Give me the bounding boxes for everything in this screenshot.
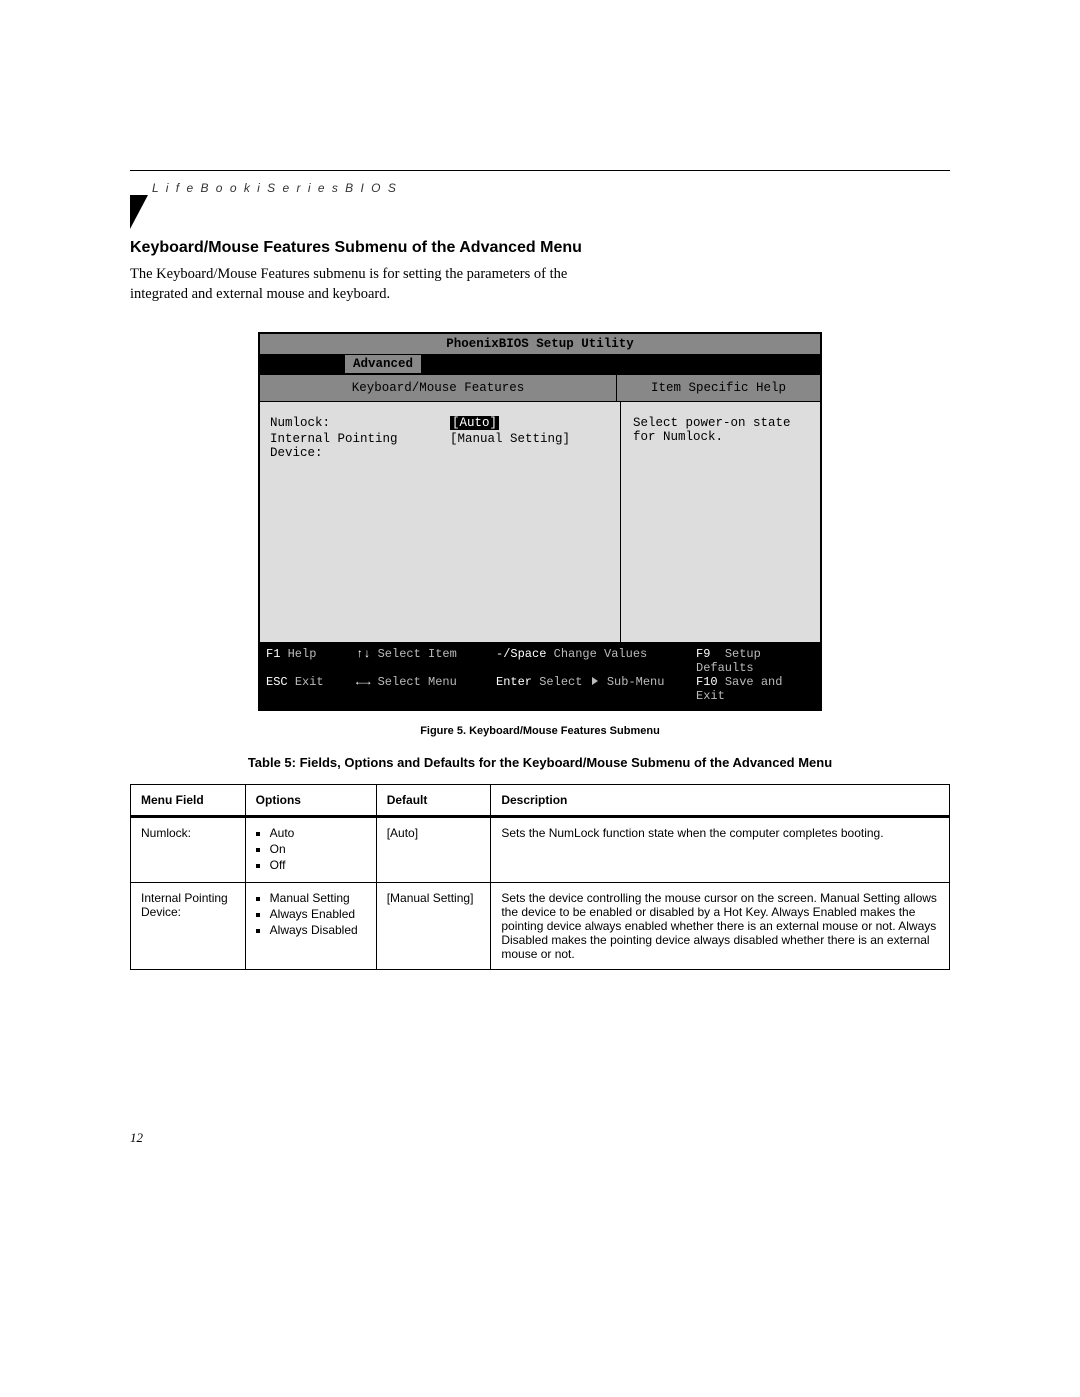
table-header-row: Menu Field Options Default Description [131, 785, 950, 817]
cell-default: [Manual Setting] [376, 883, 491, 970]
key-f10: F10 [696, 675, 718, 689]
bios-window: PhoenixBIOS Setup Utility Advanced Keybo… [258, 332, 822, 711]
action-select-item: Select Item [378, 647, 457, 661]
action-submenu: Sub-Menu [607, 675, 665, 689]
cell-description: Sets the device controlling the mouse cu… [491, 883, 950, 970]
key-esc: ESC [266, 675, 288, 689]
setting-value: [Manual Setting] [450, 432, 570, 460]
section-title: Keyboard/Mouse Features Submenu of the A… [130, 239, 950, 257]
action-help: Help [288, 647, 317, 661]
action-change-values: Change Values [554, 647, 648, 661]
corner-icon [130, 195, 148, 229]
table-row: Numlock: Auto On Off [Auto]Sets the NumLock … [131, 817, 950, 883]
th-default: Default [376, 785, 491, 817]
list-item: Off [270, 858, 366, 872]
settings-panel: Numlock: [Auto] Internal Pointing Device… [260, 402, 621, 642]
panel-header-right: Item Specific Help [617, 375, 820, 401]
triangle-right-icon [592, 677, 598, 685]
options-table: Menu Field Options Default Description N… [130, 784, 950, 970]
cell-description: Sets the NumLock function state when the… [491, 817, 950, 883]
list-item: Always Disabled [270, 923, 366, 937]
cell-options: Auto On Off [245, 817, 376, 883]
panel-header-left: Keyboard/Mouse Features [260, 375, 617, 401]
action-select: Select [539, 675, 582, 689]
setting-label: Numlock: [270, 416, 450, 430]
tab-advanced[interactable]: Advanced [345, 355, 421, 373]
th-menu-field: Menu Field [131, 785, 246, 817]
th-options: Options [245, 785, 376, 817]
setting-value-highlight: [Auto] [450, 416, 499, 430]
th-description: Description [491, 785, 950, 817]
cell-default: [Auto] [376, 817, 491, 883]
list-item: On [270, 842, 366, 856]
page-number: 12 [130, 1130, 950, 1146]
cell-options: Manual Setting Always Enabled Always Disab… [245, 883, 376, 970]
cell-menu-field: Numlock: [131, 817, 246, 883]
table-row: Internal Pointing Device: Manual Setting A… [131, 883, 950, 970]
action-exit: Exit [295, 675, 324, 689]
bios-title: PhoenixBIOS Setup Utility [260, 334, 820, 355]
help-panel: Select power-on state for Numlock. [621, 402, 820, 642]
key-updown: ↑↓ [356, 647, 370, 661]
running-header: L i f e B o o k i S e r i e s B I O S [152, 181, 950, 195]
list-item: Always Enabled [270, 907, 366, 921]
cell-menu-field: Internal Pointing Device: [131, 883, 246, 970]
setting-label: Internal Pointing Device: [270, 432, 450, 460]
key-f1: F1 [266, 647, 280, 661]
list-item: Auto [270, 826, 366, 840]
key-space: -/Space [496, 647, 546, 661]
intro-paragraph: The Keyboard/Mouse Features submenu is f… [130, 265, 573, 304]
setting-numlock[interactable]: Numlock: [Auto] [270, 416, 610, 430]
table-caption: Table 5: Fields, Options and Defaults fo… [130, 755, 950, 770]
figure-caption: Figure 5. Keyboard/Mouse Features Submen… [130, 725, 950, 737]
key-leftright: ←→ [356, 675, 370, 689]
list-item: Manual Setting [270, 891, 366, 905]
key-f9: F9 [696, 647, 710, 661]
action-select-menu: Select Menu [378, 675, 457, 689]
bios-tabs: Advanced [260, 355, 820, 375]
key-enter: Enter [496, 675, 532, 689]
setting-internal-pointing-device[interactable]: Internal Pointing Device: [Manual Settin… [270, 432, 610, 460]
bios-footer: F1 Help ↑↓ Select Item -/Space Change Va… [260, 643, 820, 709]
